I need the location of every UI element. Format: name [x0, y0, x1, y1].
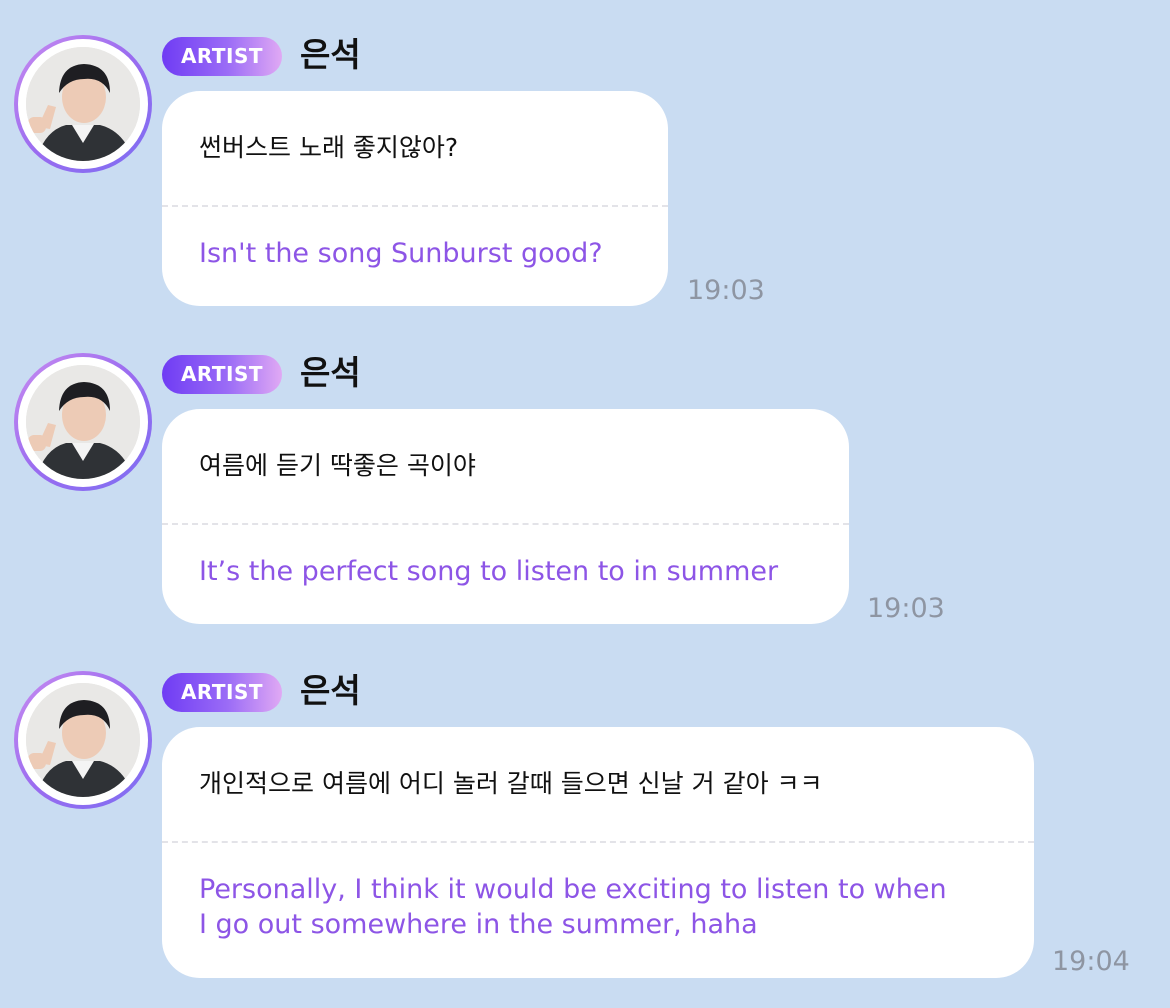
translated-text-line: Personally, I think it would be exciting… — [199, 874, 947, 905]
translation-divider — [162, 841, 1034, 843]
avatar[interactable] — [14, 353, 152, 491]
artist-badge: ARTIST — [162, 355, 282, 394]
chat-message: ARTIST 은석 썬버스트 노래 좋지않아? Isn't the song S… — [0, 0, 1170, 320]
message-bubble[interactable]: 개인적으로 여름에 어디 놀러 갈때 들으면 신날 거 같아 ㅋㅋ Person… — [162, 727, 1034, 978]
translated-text: Isn't the song Sunburst good? — [199, 238, 603, 269]
artist-badge: ARTIST — [162, 673, 282, 712]
timestamp: 19:04 — [1052, 946, 1130, 977]
translation-divider — [162, 523, 849, 525]
timestamp: 19:03 — [867, 593, 945, 624]
artist-badge: ARTIST — [162, 37, 282, 76]
timestamp: 19:03 — [687, 275, 765, 306]
profile-photo — [26, 47, 140, 161]
original-text: 여름에 듣기 딱좋은 곡이야 — [199, 451, 476, 480]
translated-text-line: I go out somewhere in the summer, haha — [199, 909, 758, 940]
translated-text: Personally, I think it would be exciting… — [199, 872, 947, 942]
sender-name[interactable]: 은석 — [300, 669, 361, 713]
avatar[interactable] — [14, 35, 152, 173]
message-bubble[interactable]: 여름에 듣기 딱좋은 곡이야 It’s the perfect song to … — [162, 409, 849, 624]
translated-text: It’s the perfect song to listen to in su… — [199, 556, 779, 587]
chat-message: ARTIST 은석 개인적으로 여름에 어디 놀러 갈때 들으면 신날 거 같아… — [0, 636, 1170, 1008]
chat-message: ARTIST 은석 여름에 듣기 딱좋은 곡이야 It’s the perfec… — [0, 318, 1170, 638]
avatar[interactable] — [14, 671, 152, 809]
sender-name[interactable]: 은석 — [300, 33, 361, 77]
sender-name[interactable]: 은석 — [300, 351, 361, 395]
profile-photo — [26, 365, 140, 479]
profile-photo — [26, 683, 140, 797]
message-bubble[interactable]: 썬버스트 노래 좋지않아? Isn't the song Sunburst go… — [162, 91, 668, 306]
original-text: 썬버스트 노래 좋지않아? — [199, 133, 459, 162]
translation-divider — [162, 205, 668, 207]
original-text: 개인적으로 여름에 어디 놀러 갈때 들으면 신날 거 같아 ㅋㅋ — [199, 769, 823, 798]
